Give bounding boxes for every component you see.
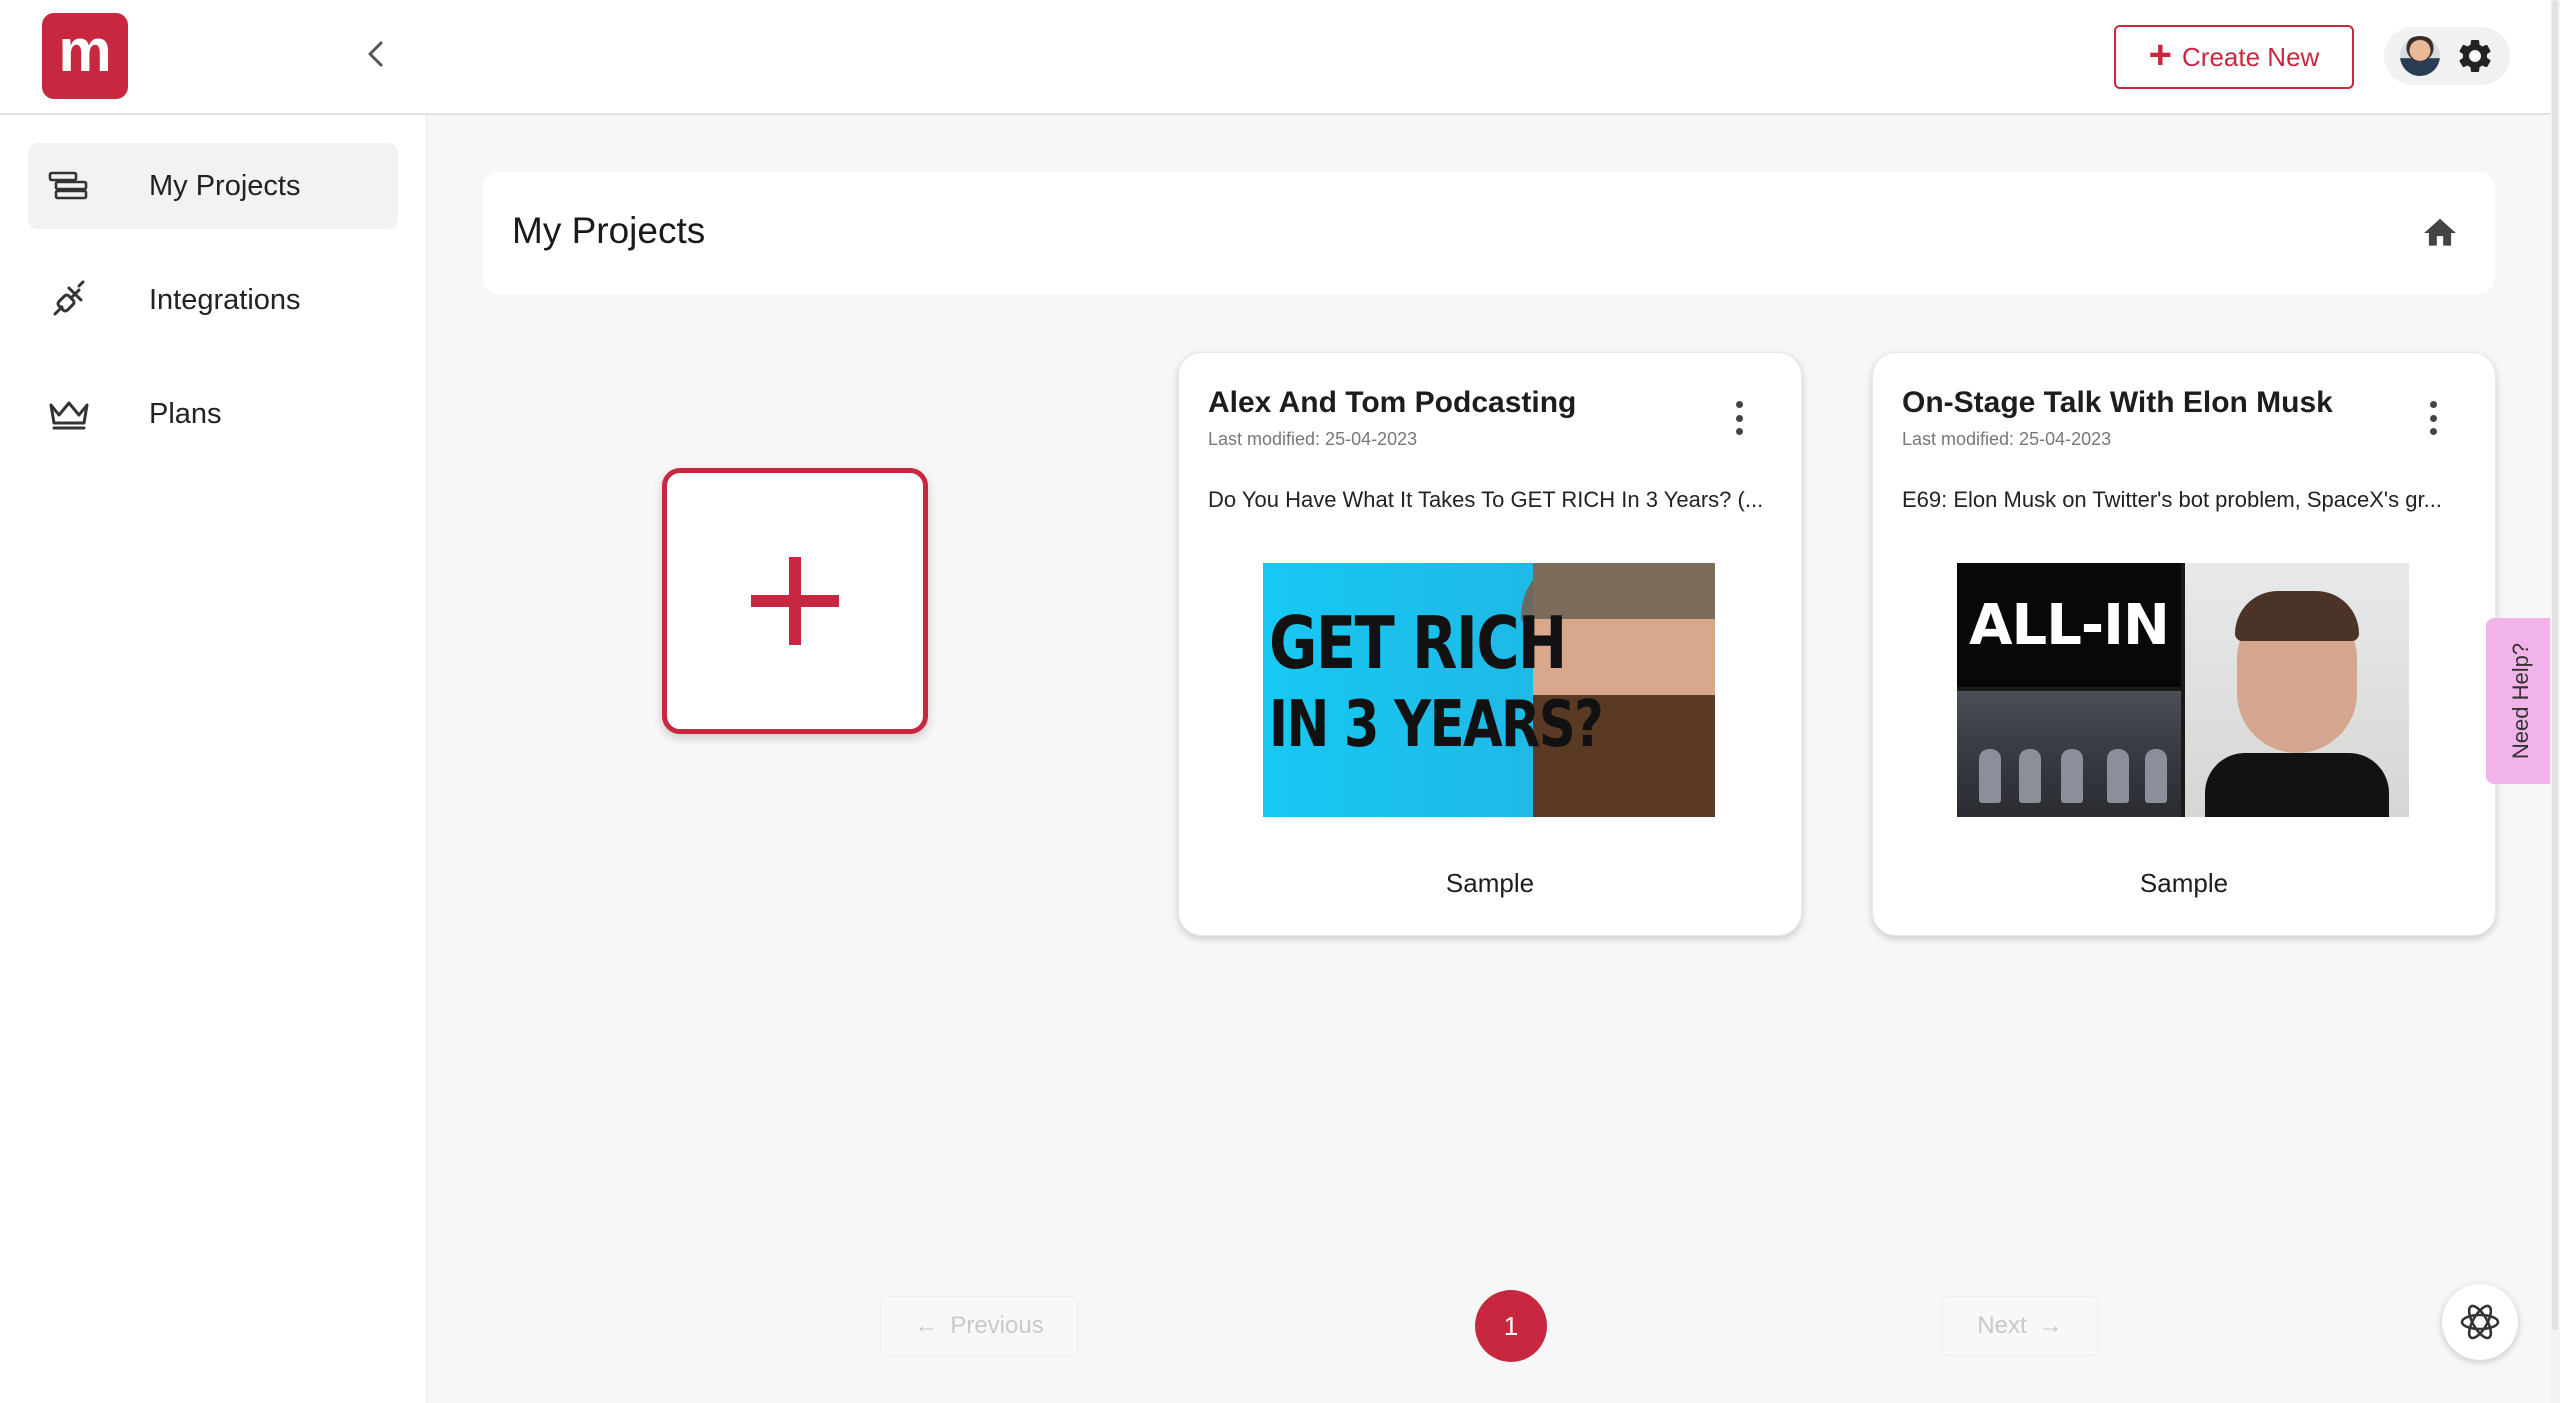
thumbnail-text: GET RICH [1269,601,1567,685]
scrollbar[interactable] [2550,0,2560,1403]
video-thumbnail[interactable]: ALL-IN [1957,563,2409,817]
sample-label: Sample [2139,868,2229,898]
previous-label: Previous [950,1312,1044,1339]
avatar[interactable] [2399,36,2440,76]
chat-assistant-button[interactable] [2442,1284,2518,1360]
video-thumbnail[interactable]: GET RICH IN 3 YEARS? [1263,563,1715,817]
arrow-right-icon: → [2038,1312,2063,1339]
collapse-sidebar-button[interactable] [358,36,394,72]
gear-icon[interactable] [2455,36,2495,76]
project-description: Do You Have What It Takes To GET RICH In… [1208,487,1764,512]
sidebar-item-label: Plans [149,397,222,430]
project-title: Alex And Tom Podcasting [1208,386,1577,419]
home-icon [2424,218,2456,246]
arrow-left-icon: ← [914,1312,939,1339]
openai-icon [2460,1304,2500,1340]
user-menu[interactable] [2384,27,2510,85]
more-options-icon[interactable] [1731,401,1747,435]
last-modified: Last modified: 25-04-2023 [1208,429,1418,449]
sidebar-item-my-projects[interactable]: My Projects [28,143,398,229]
project-title: On-Stage Talk With Elon Musk [1902,386,2333,419]
page-header: My Projects [483,172,2495,294]
need-help-label: Need Help? [2508,642,2533,760]
crown-icon [46,391,92,437]
create-new-button[interactable]: + Create New [2114,25,2354,89]
sidebar-item-label: Integrations [149,283,301,316]
projects-icon [46,163,92,209]
top-bar: m + Create New [0,0,2560,115]
thumbnail-text: IN 3 YEARS? [1269,688,1604,762]
last-modified: Last modified: 25-04-2023 [1902,429,2112,449]
page-title: My Projects [512,210,706,251]
new-project-tile[interactable] [662,468,928,734]
next-button[interactable]: Next → [1942,1296,2098,1356]
previous-button[interactable]: ← Previous [880,1296,1078,1356]
sidebar-item-label: My Projects [149,169,301,202]
app-logo[interactable]: m [42,13,128,99]
more-options-icon[interactable] [2425,401,2441,435]
sidebar: My Projects Integrations Plans [0,115,427,1403]
project-description: E69: Elon Musk on Twitter's bot problem,… [1902,487,2442,512]
sample-label: Sample [1445,868,1535,898]
plus-icon [751,557,839,645]
sidebar-item-plans[interactable]: Plans [28,371,398,457]
create-new-label: Create New [2182,41,2320,72]
plus-icon: + [2148,33,2173,77]
thumbnail-text: ALL-IN [1957,563,2181,687]
page-number[interactable]: 1 [1475,1290,1547,1362]
chevron-left-icon [368,41,383,67]
next-label: Next [1977,1312,2027,1339]
home-button[interactable] [2421,214,2459,252]
sidebar-item-integrations[interactable]: Integrations [28,257,398,343]
need-help-tab[interactable]: Need Help? [2486,618,2556,784]
project-card[interactable]: On-Stage Talk With Elon Musk Last modifi… [1872,352,2496,936]
plug-icon [46,277,92,323]
project-card[interactable]: Alex And Tom Podcasting Last modified: 2… [1178,352,1802,936]
